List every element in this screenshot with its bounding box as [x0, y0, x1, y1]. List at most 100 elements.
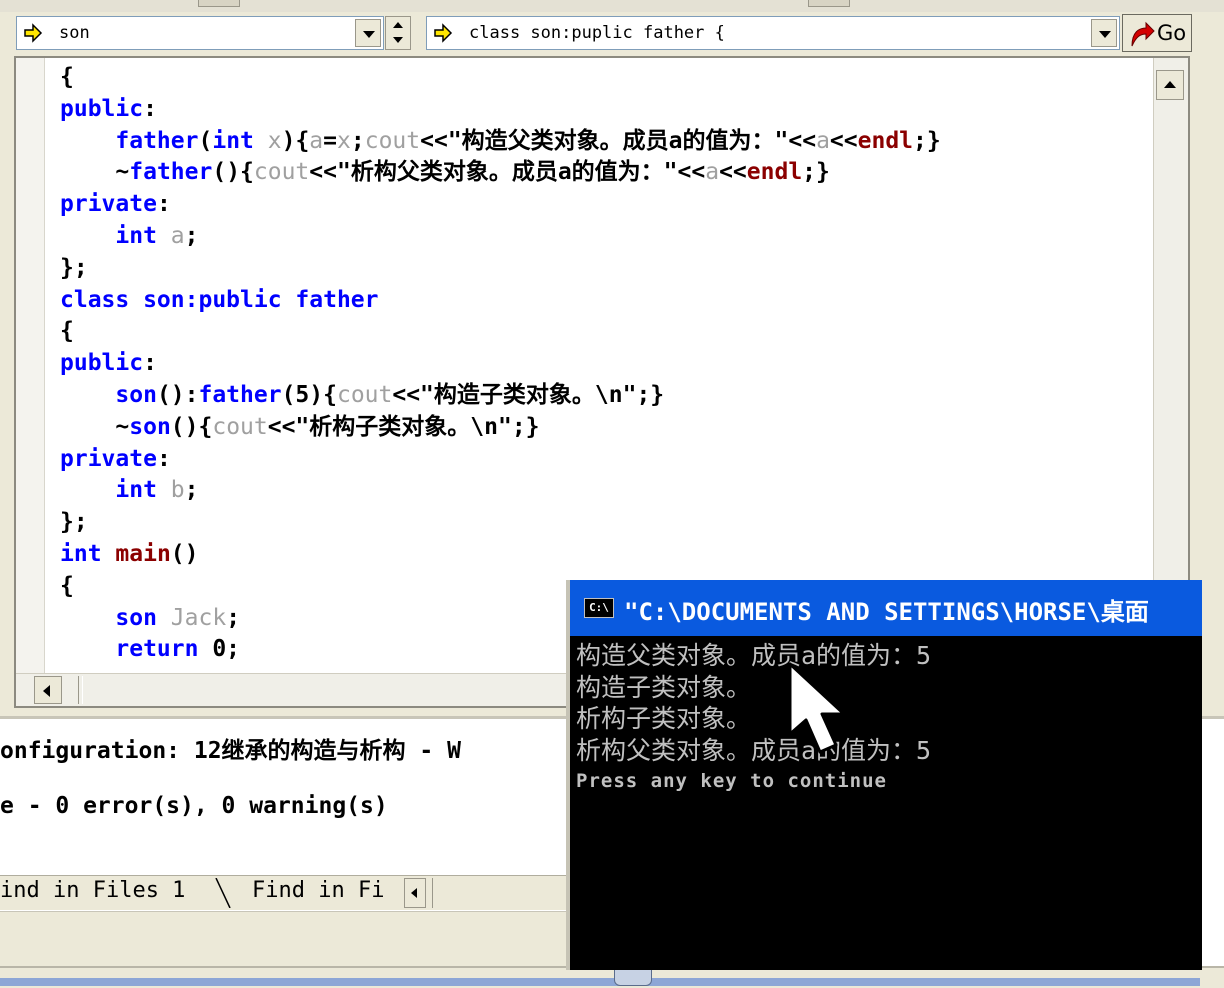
code-token: main [115, 540, 171, 567]
code-line[interactable]: { [60, 62, 941, 94]
code-token: return [115, 636, 199, 663]
tab-scroll-left-button[interactable] [404, 878, 426, 908]
code-line[interactable]: ~son(){cout<<"析构子类对象。\n";} [60, 412, 941, 444]
code-token: 0; [198, 636, 241, 663]
code-token: }; [60, 509, 88, 536]
code-token: ; [350, 127, 365, 154]
scroll-up-button[interactable] [1156, 70, 1184, 100]
code-line[interactable]: int b; [60, 475, 941, 507]
code-token: : [143, 350, 157, 377]
code-line[interactable]: class son:public father [60, 285, 941, 317]
code-token: (): [156, 381, 199, 408]
code-line[interactable]: public: [60, 94, 941, 126]
class-combo-value: son [59, 23, 90, 43]
code-line[interactable]: public: [60, 348, 941, 380]
spin-up-icon [393, 22, 403, 28]
code-token: cout [364, 127, 421, 154]
code-token: class son:public father [60, 286, 379, 313]
code-token: endl [746, 159, 803, 186]
code-token: ( [198, 127, 213, 154]
code-token: x [253, 127, 282, 154]
code-token: ; [184, 477, 199, 504]
code-token: (5){ [281, 381, 337, 408]
code-text[interactable]: {public: father(int x){a=x;cout<<"构造父类对象… [60, 62, 941, 666]
code-line[interactable]: }; [60, 507, 941, 539]
code-token: a [705, 159, 720, 186]
code-token: << [829, 127, 858, 154]
tab-find-in-files-1[interactable]: ind in Files 1 [0, 878, 185, 903]
code-line[interactable]: int main() [60, 539, 941, 571]
code-token: son [129, 413, 171, 440]
member-combo-dropdown-button[interactable] [1091, 19, 1117, 47]
spin-down-icon [393, 37, 403, 43]
class-spin-button[interactable] [385, 16, 411, 50]
class-combo-dropdown-button[interactable] [355, 19, 381, 47]
wizard-bar: son class son:puplic father { Go [0, 12, 1224, 56]
code-token: a [309, 127, 324, 154]
code-token: int [212, 127, 254, 154]
console-title: "C:\DOCUMENTS AND SETTINGS\HORSE\桌面 [624, 598, 1149, 626]
scroll-left-button[interactable] [34, 676, 62, 704]
output-bottom-area [0, 911, 570, 970]
mouse-pointer-icon [788, 662, 846, 754]
code-token: int [115, 477, 157, 504]
code-token: endl [857, 127, 914, 154]
code-line[interactable]: private: [60, 189, 941, 221]
class-combo[interactable]: son [16, 16, 384, 50]
code-line[interactable]: }; [60, 253, 941, 285]
code-token: a [156, 222, 185, 249]
tab-find-in-files-2[interactable]: Find in Fi [252, 878, 384, 903]
console-line: 构造父类对象。成员a的值为：5 [576, 641, 932, 670]
code-token: public [60, 350, 144, 377]
code-token: int [60, 540, 102, 567]
code-token: }; [60, 254, 88, 281]
code-line[interactable]: son():father(5){cout<<"构造子类对象。\n";} [60, 380, 941, 412]
code-token: father [129, 159, 213, 186]
code-token: { [60, 64, 74, 90]
toolbar-edge [808, 0, 850, 7]
code-token: x [337, 127, 351, 154]
member-combo[interactable]: class son:puplic father { [426, 16, 1120, 50]
code-token: ~ [60, 159, 130, 186]
console-line: Press any key to continue [576, 770, 887, 792]
arrow-right-icon [24, 23, 43, 43]
code-line[interactable]: { [60, 316, 941, 348]
code-token: { [60, 572, 74, 599]
console-line: 析构父类对象。成员a的值为：5 [576, 735, 932, 765]
code-token: () [170, 540, 199, 567]
code-line[interactable]: father(int x){a=x;cout<<"构造父类对象。成员a的值为："… [60, 126, 941, 158]
console-app-icon[interactable]: C:\ [584, 598, 614, 618]
code-token: ;} [913, 127, 941, 154]
go-button-label: Go [1157, 21, 1187, 45]
code-token: : [156, 191, 171, 218]
code-line[interactable]: int a; [60, 221, 941, 253]
code-token: Jack [156, 604, 227, 631]
code-token: : [156, 445, 171, 472]
code-token: cout [253, 159, 310, 186]
code-token: ; [226, 604, 241, 631]
code-line[interactable]: private: [60, 444, 941, 476]
code-token: = [323, 127, 338, 154]
code-token: ~ [60, 413, 130, 440]
code-token: son [115, 381, 157, 408]
arrow-right-icon [434, 23, 453, 43]
console-window[interactable]: C:\ "C:\DOCUMENTS AND SETTINGS\HORSE\桌面 … [566, 580, 1202, 970]
console-titlebar[interactable]: C:\ "C:\DOCUMENTS AND SETTINGS\HORSE\桌面 [570, 580, 1202, 636]
go-arrow-icon [1131, 21, 1155, 47]
go-button[interactable]: Go [1122, 14, 1192, 52]
code-token: <<"构造父类对象。成员a的值为："<< [420, 127, 817, 154]
top-strip [0, 0, 1224, 12]
code-token: { [60, 318, 74, 345]
output-config-line: onfiguration: 12继承的构造与析构 - W [0, 738, 461, 764]
scrollbar-separator [78, 676, 83, 704]
code-token: (){ [170, 413, 213, 440]
code-token: ){ [281, 127, 310, 154]
code-line[interactable]: ~father(){cout<<"析构父类对象。成员a的值为："<<a<<end… [60, 157, 941, 189]
code-token: public [60, 95, 144, 122]
editor-gutter [16, 58, 45, 676]
